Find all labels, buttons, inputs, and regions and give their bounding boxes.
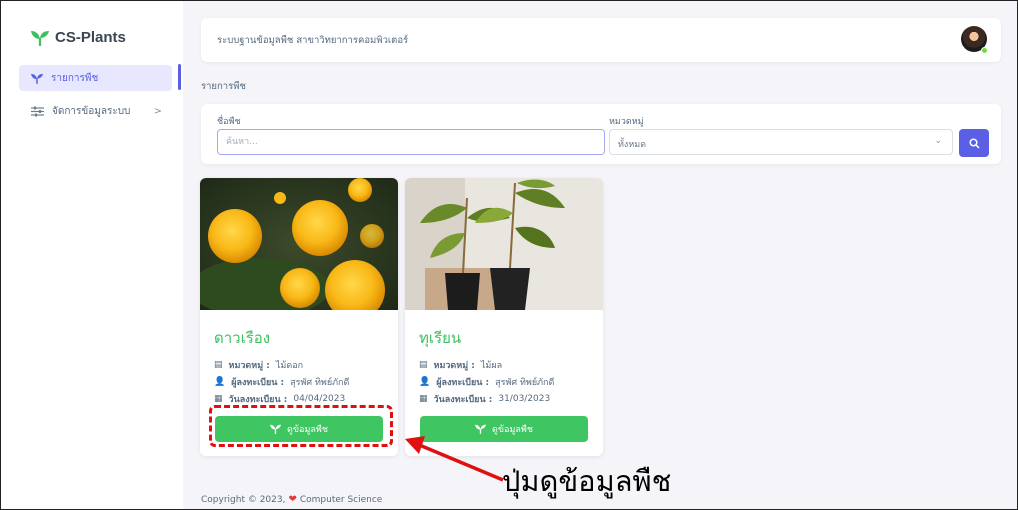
- chevron-down-icon: ⌄: [934, 136, 942, 146]
- search-icon: [968, 137, 980, 149]
- user-icon: 👤: [419, 377, 431, 387]
- sidebar-item-label: จัดการข้อมูลระบบ: [52, 105, 131, 117]
- sidebar-item-label: รายการพืช: [51, 72, 99, 84]
- plant-name: ดาวเรือง: [214, 329, 271, 347]
- sliders-icon: [31, 106, 44, 116]
- category-meta: ▤ หมวดหมู่ : ไม้ผล: [419, 360, 503, 371]
- sidebar-item-system-management[interactable]: จัดการข้อมูลระบบ >: [19, 98, 172, 124]
- category-icon: ▤: [419, 360, 428, 370]
- brand-logo[interactable]: CS-Plants: [31, 29, 126, 46]
- annotation-label: ปุ่มดูข้อมูลพืช: [502, 464, 672, 498]
- durian-image: [405, 178, 603, 310]
- chevron-right-icon: >: [153, 105, 162, 117]
- user-icon: 👤: [214, 377, 226, 387]
- calendar-icon: ▦: [419, 394, 428, 404]
- online-status-dot: [981, 47, 988, 54]
- brand-name: CS-Plants: [55, 29, 126, 46]
- annotation-arrow-icon: [405, 436, 504, 482]
- system-title: ระบบฐานข้อมูลพืช สาขาวิทยาการคอมพิวเตอร์: [217, 35, 409, 46]
- filter-panel: ชื่อพืช หมวดหมู่ ทั้งหมด ⌄: [201, 104, 1001, 164]
- category-select[interactable]: ทั้งหมด ⌄: [609, 129, 953, 155]
- plant-name: ทุเรียน: [419, 329, 462, 347]
- category-meta: ▤ หมวดหมู่ : ไม้ดอก: [214, 360, 304, 371]
- registrar-meta: 👤 ผู้ลงทะเบียน : สุรพัศ ทิพย์ภักดี: [214, 377, 350, 388]
- sprout-logo-icon: [31, 30, 49, 46]
- annotation-highlight-box: [209, 405, 393, 447]
- plant-name-label: ชื่อพืช: [217, 117, 241, 127]
- sidebar: CS-Plants รายการพืช จัดการข้อมูลระบบ >: [1, 1, 182, 509]
- active-indicator: [178, 64, 181, 90]
- page-title: รายการพืช: [201, 81, 246, 92]
- sprout-icon: [31, 73, 43, 84]
- heart-icon: ❤: [288, 494, 297, 505]
- category-label: หมวดหมู่: [609, 117, 644, 127]
- date-meta: ▦ วันลงทะเบียน : 04/04/2023: [214, 394, 346, 405]
- date-meta: ▦ วันลงทะเบียน : 31/03/2023: [419, 394, 551, 405]
- calendar-icon: ▦: [214, 394, 223, 404]
- search-button[interactable]: [959, 129, 989, 157]
- registrar-meta: 👤 ผู้ลงทะเบียน : สุรพัศ ทิพย์ภักดี: [419, 377, 555, 388]
- plant-name-search-input[interactable]: [217, 129, 605, 155]
- marigold-image: [200, 178, 398, 310]
- footer-copyright: Copyright © 2023, ❤ Computer Science: [201, 494, 383, 505]
- category-selected-value: ทั้งหมด: [618, 140, 647, 150]
- sidebar-item-plant-list[interactable]: รายการพืช: [19, 65, 172, 91]
- category-icon: ▤: [214, 360, 223, 370]
- plant-card: ทุเรียน ▤ หมวดหมู่ : ไม้ผล 👤 ผู้ลงทะเบีย…: [405, 178, 603, 456]
- top-navbar: ระบบฐานข้อมูลพืช สาขาวิทยาการคอมพิวเตอร์: [201, 18, 1001, 62]
